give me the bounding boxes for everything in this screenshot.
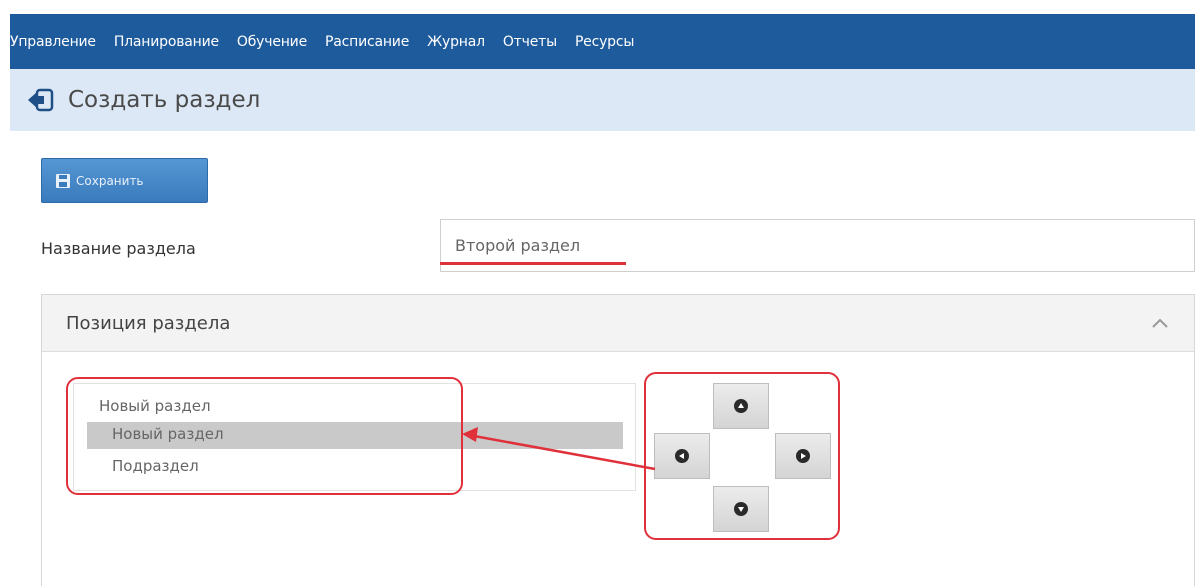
page-title: Создать раздел <box>68 87 261 113</box>
save-button[interactable]: Сохранить <box>41 158 208 203</box>
annotation-underline <box>440 262 626 265</box>
tree-item-label: Новый раздел <box>112 425 224 443</box>
move-down-button[interactable] <box>713 486 769 532</box>
page-header: Создать раздел <box>10 69 1195 131</box>
arrow-down-icon <box>734 502 748 516</box>
nav-item-planning[interactable]: Планирование <box>114 34 219 50</box>
nav-item-learning[interactable]: Обучение <box>237 34 307 50</box>
nav-item-schedule[interactable]: Расписание <box>325 34 409 50</box>
nav-item-reports[interactable]: Отчеты <box>503 34 557 50</box>
nav-item-resources[interactable]: Ресурсы <box>575 34 634 50</box>
nav-item-management[interactable]: Управление <box>10 34 96 50</box>
tree-item[interactable]: Новый раздел <box>99 397 211 415</box>
chevron-up-icon[interactable] <box>1150 316 1170 330</box>
back-arrow-icon[interactable] <box>26 86 56 114</box>
arrow-right-icon <box>796 449 810 463</box>
arrow-up-icon <box>734 399 748 413</box>
move-up-button[interactable] <box>713 383 769 429</box>
save-icon <box>56 173 70 188</box>
move-left-button[interactable] <box>654 433 710 479</box>
section-name-label: Название раздела <box>41 239 196 258</box>
position-panel-header[interactable]: Позиция раздела <box>42 295 1194 352</box>
tree-item[interactable]: Подраздел <box>112 457 199 475</box>
position-panel-title: Позиция раздела <box>66 312 231 334</box>
top-nav: Управление Планирование Обучение Расписа… <box>10 14 1195 69</box>
arrow-left-icon <box>675 449 689 463</box>
save-button-label: Сохранить <box>76 173 144 188</box>
move-right-button[interactable] <box>775 433 831 479</box>
nav-item-journal[interactable]: Журнал <box>427 34 485 50</box>
tree-item-selected[interactable]: Новый раздел <box>87 422 623 449</box>
